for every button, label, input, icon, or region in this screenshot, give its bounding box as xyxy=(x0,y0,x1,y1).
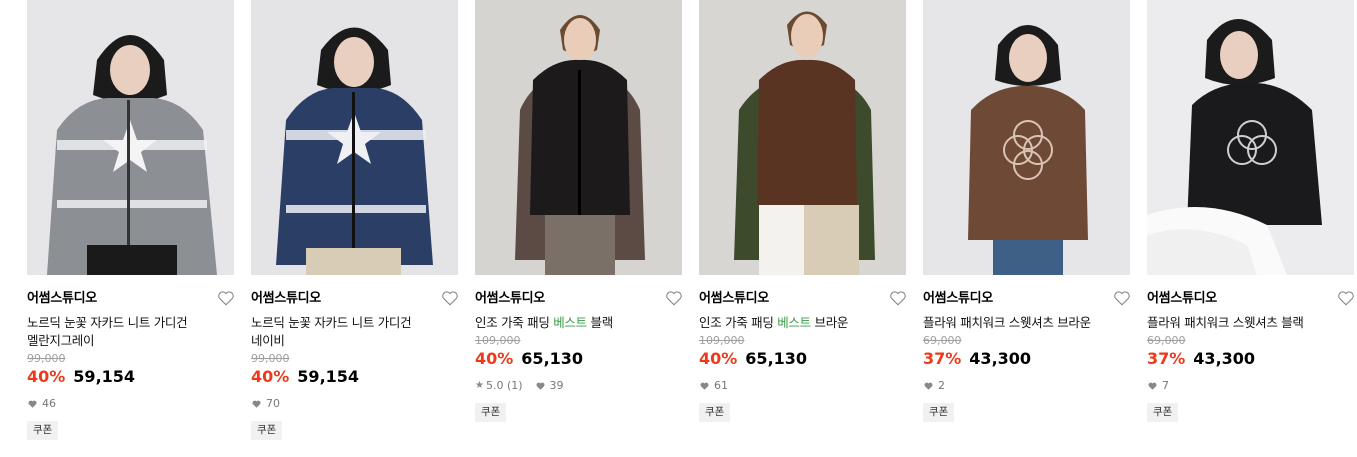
original-price: 109,000 xyxy=(475,334,521,347)
brand-name[interactable]: 어썸스튜디오 xyxy=(699,290,906,307)
product-name-line: 노르딕 눈꽃 자카드 니트 가디건 xyxy=(251,315,412,330)
product-card: 어썸스튜디오 인조 가죽 패딩 베스트 브라운 109,000 40% 65,13… xyxy=(699,0,906,457)
price-line: 40% 65,130 xyxy=(475,348,682,369)
like-count: 39 xyxy=(549,379,564,392)
discount-rate: 40% xyxy=(475,349,514,368)
like-heart-icon[interactable] xyxy=(889,289,907,307)
discount-rate: 40% xyxy=(27,367,66,386)
discount-rate: 40% xyxy=(699,349,738,368)
sale-price: 43,300 xyxy=(1193,349,1256,368)
product-card: 어썸스튜디오 노르딕 눈꽃 자카드 니트 가디건 네이비 99,000 40% 5… xyxy=(251,0,458,457)
coupon-badge[interactable]: 쿠폰 xyxy=(699,403,731,422)
product-meta: 46 xyxy=(27,397,234,411)
heart-filled-icon xyxy=(700,382,709,390)
price-line: 40% 59,154 xyxy=(27,366,234,387)
product-color-line: 멜란지그레이 xyxy=(27,333,95,348)
product-name-text: 인조 가죽 패딩 xyxy=(699,315,778,330)
product-image[interactable] xyxy=(1147,0,1354,275)
brand-name[interactable]: 어썸스튜디오 xyxy=(251,290,458,307)
product-grid: 어썸스튜디오 노르딕 눈꽃 자카드 니트 가디건 멜란지그레이 99,000 4… xyxy=(0,0,1357,457)
brand-name[interactable]: 어썸스튜디오 xyxy=(1147,290,1354,307)
like-count: 46 xyxy=(42,397,56,410)
like-heart-icon[interactable] xyxy=(217,289,235,307)
rating: 5.0 (1) xyxy=(485,379,523,392)
like-count: 61 xyxy=(714,379,728,392)
product-card: 어썸스튜디오 노르딕 눈꽃 자카드 니트 가디건 멜란지그레이 99,000 4… xyxy=(27,0,234,457)
sale-price: 43,300 xyxy=(969,349,1032,368)
heart-filled-icon xyxy=(252,400,261,408)
product-name[interactable]: 인조 가죽 패딩 베스트 브라운 xyxy=(699,314,906,332)
product-meta: 61 xyxy=(699,379,906,393)
heart-filled-icon xyxy=(536,382,545,390)
like-heart-icon[interactable] xyxy=(441,289,459,307)
product-color-line: 네이비 xyxy=(251,333,285,348)
like-heart-icon[interactable] xyxy=(1337,289,1355,307)
coupon-badge[interactable]: 쿠폰 xyxy=(27,421,59,440)
product-image[interactable] xyxy=(923,0,1130,275)
discount-rate: 37% xyxy=(923,349,962,368)
product-name[interactable]: 노르딕 눈꽃 자카드 니트 가디건 멜란지그레이 xyxy=(27,314,234,350)
like-heart-icon[interactable] xyxy=(665,289,683,307)
product-image[interactable] xyxy=(475,0,682,275)
like-count: 7 xyxy=(1162,379,1169,392)
like-heart-icon[interactable] xyxy=(1113,289,1131,307)
product-meta: ★ 5.0 (1) 39 xyxy=(475,379,682,393)
product-image[interactable] xyxy=(27,0,234,275)
product-card: 어썸스튜디오 플라워 패치워크 스웻셔츠 브라운 69,000 37% 43,30… xyxy=(923,0,1130,457)
original-price: 99,000 xyxy=(251,352,290,365)
price-line: 37% 43,300 xyxy=(923,348,1130,369)
original-price: 69,000 xyxy=(1147,334,1186,347)
price-line: 37% 43,300 xyxy=(1147,348,1354,369)
coupon-badge[interactable]: 쿠폰 xyxy=(251,421,283,440)
product-name-text: 블랙 xyxy=(586,315,614,330)
like-count: 70 xyxy=(266,397,280,410)
coupon-badge[interactable]: 쿠폰 xyxy=(923,403,955,422)
brand-name[interactable]: 어썸스튜디오 xyxy=(923,290,1130,307)
product-image[interactable] xyxy=(699,0,906,275)
product-name[interactable]: 노르딕 눈꽃 자카드 니트 가디건 네이비 xyxy=(251,314,458,350)
product-meta: 7 xyxy=(1147,379,1354,393)
original-price: 99,000 xyxy=(27,352,66,365)
product-image[interactable] xyxy=(251,0,458,275)
sale-price: 65,130 xyxy=(745,349,808,368)
coupon-badge[interactable]: 쿠폰 xyxy=(475,403,507,422)
product-meta: 70 xyxy=(251,397,458,411)
original-price: 109,000 xyxy=(699,334,745,347)
brand-name[interactable]: 어썸스튜디오 xyxy=(475,290,682,307)
product-name-text: 인조 가죽 패딩 xyxy=(475,315,554,330)
price-line: 40% 59,154 xyxy=(251,366,458,387)
product-meta: 2 xyxy=(923,379,1130,393)
brand-name[interactable]: 어썸스튜디오 xyxy=(27,290,234,307)
product-card: 어썸스튜디오 인조 가죽 패딩 베스트 블랙 109,000 40% 65,130… xyxy=(475,0,682,457)
discount-rate: 37% xyxy=(1147,349,1186,368)
sale-price: 59,154 xyxy=(297,367,360,386)
product-name-line: 노르딕 눈꽃 자카드 니트 가디건 xyxy=(27,315,188,330)
sale-price: 65,130 xyxy=(521,349,584,368)
product-name-highlight: 베스트 xyxy=(777,315,811,330)
heart-filled-icon xyxy=(1148,382,1157,390)
coupon-badge[interactable]: 쿠폰 xyxy=(1147,403,1179,422)
price-line: 40% 65,130 xyxy=(699,348,906,369)
product-name[interactable]: 인조 가죽 패딩 베스트 블랙 xyxy=(475,314,682,332)
product-name[interactable]: 플라워 패치워크 스웻셔츠 블랙 xyxy=(1147,314,1354,332)
star-icon: ★ xyxy=(475,380,484,391)
product-card: 어썸스튜디오 플라워 패치워크 스웻셔츠 블랙 69,000 37% 43,300… xyxy=(1147,0,1354,457)
sale-price: 59,154 xyxy=(73,367,136,386)
like-count: 2 xyxy=(938,379,945,392)
heart-filled-icon xyxy=(924,382,933,390)
product-name[interactable]: 플라워 패치워크 스웻셔츠 브라운 xyxy=(923,314,1130,332)
discount-rate: 40% xyxy=(251,367,290,386)
product-name-highlight: 베스트 xyxy=(553,315,587,330)
product-name-text: 브라운 xyxy=(810,315,849,330)
original-price: 69,000 xyxy=(923,334,962,347)
heart-filled-icon xyxy=(28,400,37,408)
